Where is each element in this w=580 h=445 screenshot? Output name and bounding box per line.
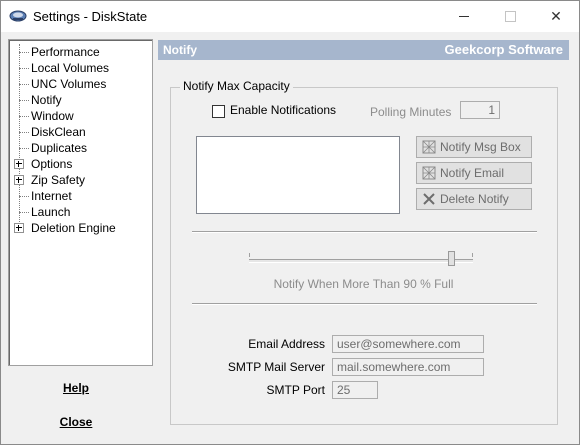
notify-email-icon (422, 166, 436, 180)
close-button[interactable]: Close (31, 411, 121, 433)
delete-x-icon (423, 193, 435, 205)
email-address-field[interactable]: user@somewhere.com (332, 335, 484, 353)
divider-bottom (192, 303, 537, 305)
maximize-button[interactable] (487, 1, 533, 32)
brand-name: Geekcorp Software (444, 42, 564, 57)
tree-connector (19, 212, 29, 213)
notify-msg-box-label: Notify Msg Box (440, 140, 521, 154)
minimize-icon (459, 16, 469, 17)
sidebar-item-label: Options (31, 157, 73, 171)
sidebar-item-label: Internet (31, 189, 72, 203)
polling-minutes-label: Polling Minutes (370, 105, 452, 119)
sidebar-item-label: UNC Volumes (31, 77, 107, 91)
tree-connector (19, 116, 29, 117)
tree-connector (19, 148, 29, 149)
expand-plus-icon[interactable] (14, 175, 24, 185)
sidebar-item-deletion-engine[interactable]: Deletion Engine (9, 220, 149, 236)
slider-tick-max (472, 253, 473, 257)
notify-msg-box-icon (422, 140, 436, 154)
notify-email-button[interactable]: Notify Email (416, 162, 532, 184)
tree-connector (19, 132, 29, 133)
sidebar-item-label: Window (31, 109, 74, 123)
sidebar-item-internet[interactable]: Internet (9, 188, 149, 204)
section-title: Notify (163, 43, 197, 57)
sidebar-item-zip-safety[interactable]: Zip Safety (9, 172, 149, 188)
help-button-label: Help (62, 381, 89, 395)
tree-connector (19, 52, 29, 53)
notify-msg-box-button[interactable]: Notify Msg Box (416, 136, 532, 158)
sidebar-item-local-volumes[interactable]: Local Volumes (9, 60, 149, 76)
close-button-label: Close (59, 415, 93, 429)
minimize-button[interactable] (441, 1, 487, 32)
maximize-icon (504, 11, 516, 22)
email-address-label: Email Address (248, 337, 325, 351)
sidebar-item-label: Zip Safety (31, 173, 86, 187)
polling-minutes-input[interactable]: 1 (460, 101, 500, 119)
sidebar-item-label: DiskClean (31, 125, 86, 139)
sidebar-item-label: Notify (31, 92, 62, 108)
tree-connector (19, 68, 29, 69)
sidebar-item-notify[interactable]: Notify (9, 92, 149, 108)
help-button[interactable]: Help (31, 377, 121, 399)
sidebar-item-launch[interactable]: Launch (9, 204, 149, 220)
notify-list[interactable] (196, 136, 400, 214)
sidebar-item-label: Performance (31, 45, 100, 59)
sidebar-item-label: Launch (31, 205, 71, 219)
sidebar-item-diskclean[interactable]: DiskClean (9, 124, 149, 140)
notify-panel: Notify Max Capacity Enable Notifications… (158, 65, 569, 441)
title-bar[interactable]: Settings - DiskState ✕ (1, 1, 579, 32)
sidebar-item-duplicates[interactable]: Duplicates (9, 140, 149, 156)
diskstate-app-icon (9, 10, 27, 22)
expand-plus-icon[interactable] (14, 159, 24, 169)
capacity-slider-thumb[interactable] (447, 251, 455, 266)
settings-tree[interactable]: Performance Local Volumes UNC Volumes Notif… (8, 39, 153, 366)
delete-notify-button[interactable]: Delete Notify (416, 188, 532, 210)
groupbox-title: Notify Max Capacity (180, 79, 293, 93)
section-header: Notify Geekcorp Software (158, 40, 569, 60)
expand-plus-icon[interactable] (14, 223, 24, 233)
enable-notifications-label[interactable]: Enable Notifications (230, 103, 336, 117)
delete-notify-label: Delete Notify (440, 192, 509, 206)
sidebar-item-options[interactable]: Options (9, 156, 149, 172)
close-icon: ✕ (550, 8, 562, 24)
smtp-port-label: SMTP Port (266, 383, 325, 397)
sidebar-item-performance[interactable]: Performance (9, 44, 149, 60)
sidebar-item-unc-volumes[interactable]: UNC Volumes (9, 76, 149, 92)
tree-connector (19, 84, 29, 85)
capacity-slider-track[interactable] (249, 259, 473, 263)
sidebar-item-label: Duplicates (31, 141, 88, 155)
divider-top (192, 231, 537, 233)
close-window-button[interactable]: ✕ (533, 1, 579, 32)
smtp-server-label: SMTP Mail Server (227, 360, 325, 374)
tree-connector (19, 196, 29, 197)
smtp-server-field[interactable]: mail.somewhere.com (332, 358, 484, 376)
slider-tick-min (249, 253, 250, 257)
notify-email-label: Notify Email (440, 166, 505, 180)
slider-caption: Notify When More Than 90 % Full (273, 277, 454, 291)
window-title: Settings - DiskState (33, 9, 148, 24)
sidebar-item-label: Deletion Engine (31, 221, 116, 235)
tree-connector (19, 100, 29, 101)
settings-window: Settings - DiskState ✕ Performance Local … (0, 0, 580, 445)
smtp-port-field[interactable]: 25 (332, 381, 378, 399)
sidebar-item-window[interactable]: Window (9, 108, 149, 124)
enable-notifications-checkbox[interactable] (212, 105, 225, 118)
sidebar-item-label: Local Volumes (31, 61, 110, 75)
